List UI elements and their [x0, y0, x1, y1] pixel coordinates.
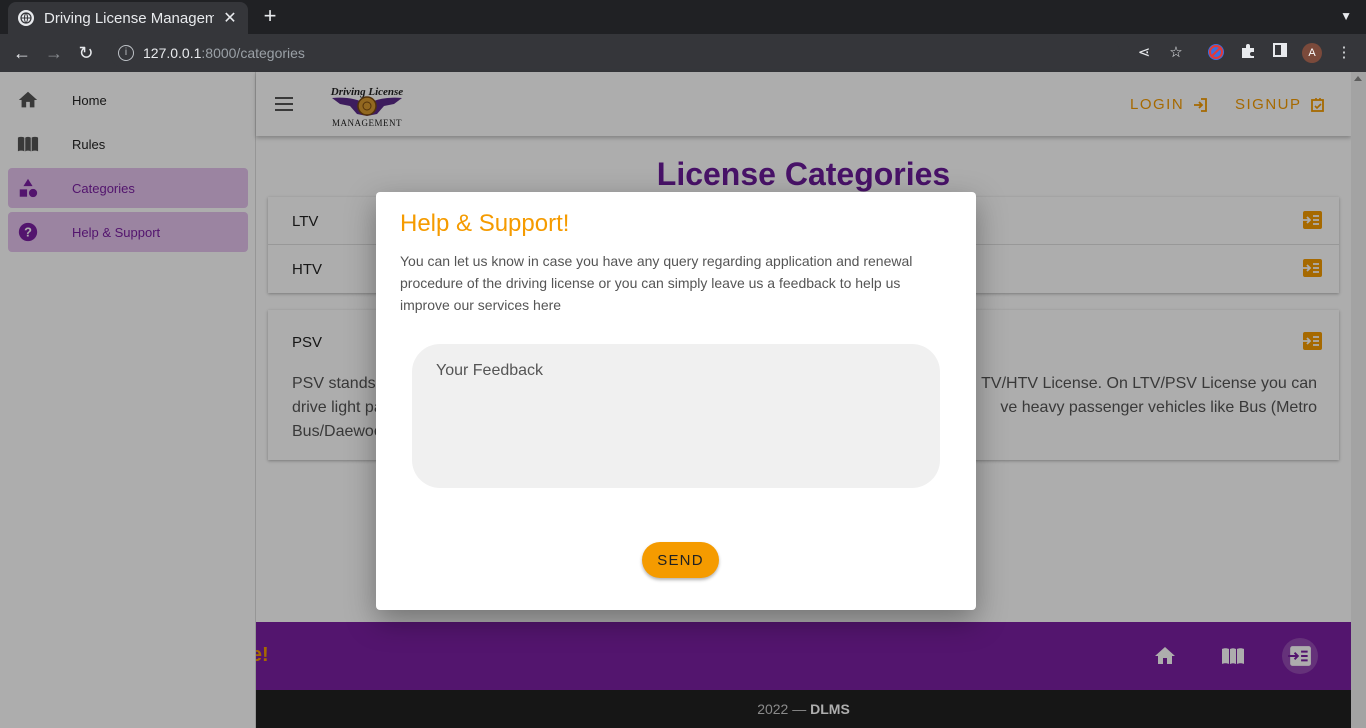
back-icon[interactable]: ←	[11, 42, 33, 64]
close-icon[interactable]: ✕	[222, 8, 238, 28]
puzzle-icon[interactable]	[1238, 43, 1258, 63]
globe-icon	[18, 10, 34, 26]
tab-title: Driving License Management	[44, 9, 214, 27]
browser-tabbar: Driving License Management ✕ + ▼	[0, 0, 1366, 34]
dialog-description: You can let us know in case you have any…	[400, 253, 913, 313]
new-tab-button[interactable]: +	[258, 5, 282, 29]
send-button[interactable]: SEND	[642, 542, 719, 578]
share-icon[interactable]: ⋖	[1134, 43, 1154, 63]
browser-tab[interactable]: Driving License Management ✕	[8, 2, 248, 34]
reload-icon[interactable]: ↻	[75, 42, 97, 64]
chevron-down-icon[interactable]: ▼	[1340, 9, 1352, 23]
feedback-input[interactable]	[412, 344, 940, 488]
dialog-title: Help & Support!	[400, 210, 570, 237]
menu-dots-icon[interactable]: ⋮	[1334, 43, 1354, 63]
info-icon[interactable]: i	[118, 45, 134, 61]
help-support-dialog: Help & Support! You can let us know in c…	[376, 192, 976, 610]
avatar[interactable]: A	[1302, 43, 1322, 63]
url-text: 127.0.0.1:8000/categories	[143, 45, 305, 61]
address-bar[interactable]: i 127.0.0.1:8000/categories	[110, 38, 1120, 68]
browser-toolbar: ← → ↻ i 127.0.0.1:8000/categories ⋖ ☆ ⋮	[0, 34, 1366, 72]
forward-icon[interactable]: →	[43, 42, 65, 64]
extension-badge-icon[interactable]	[1206, 43, 1226, 63]
sidepanel-icon[interactable]	[1270, 43, 1290, 63]
star-icon[interactable]: ☆	[1166, 43, 1186, 63]
